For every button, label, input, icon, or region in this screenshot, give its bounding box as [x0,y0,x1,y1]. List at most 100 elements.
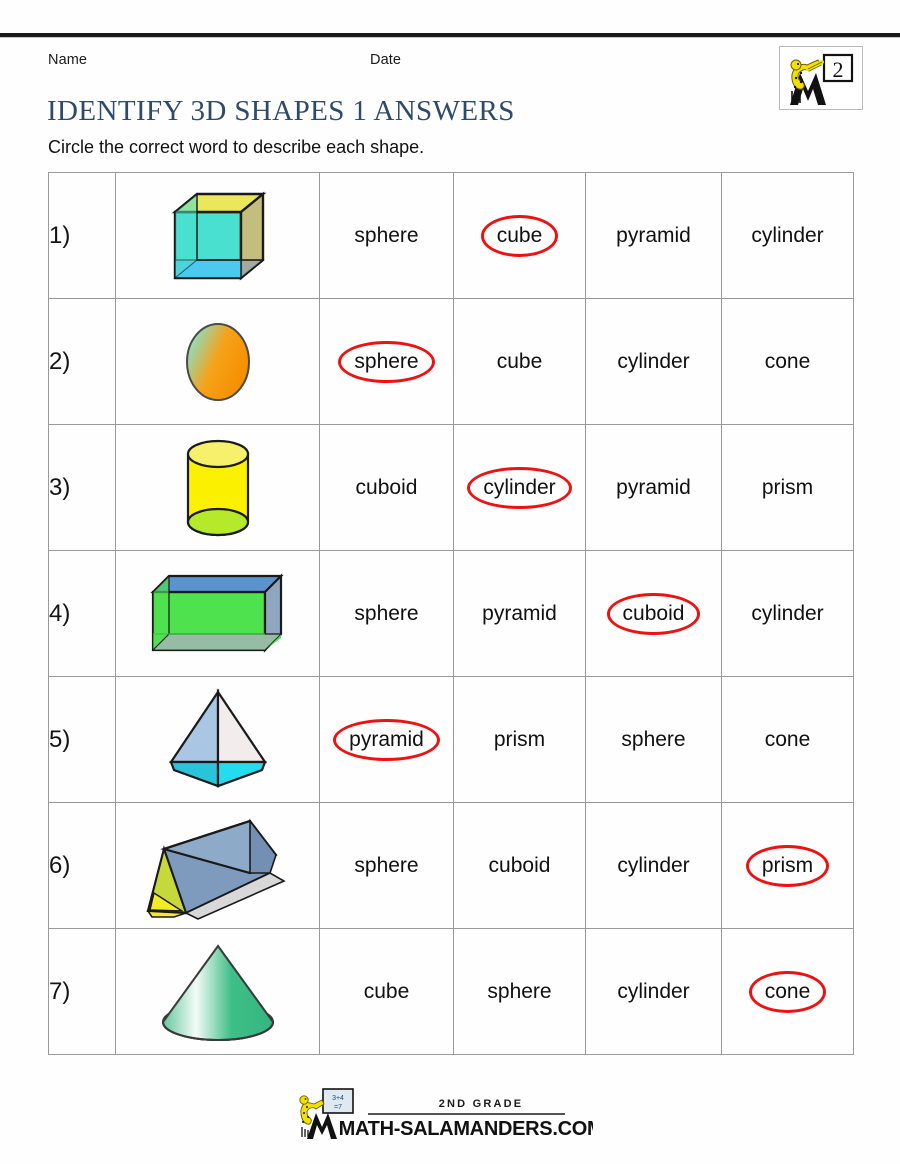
option-wrap[interactable]: sphere [611,722,695,758]
salamander-mascot-icon: 2 [780,47,862,109]
row-number-cell: 4) [48,550,116,677]
option-label: cylinder [617,979,690,1003]
option-label: prism [493,727,546,751]
footer-site-logo: 3+4 =7 2ND GRADE MATH-SALAMANDERS.COM [293,1085,593,1147]
option-wrap[interactable]: sphere [344,848,428,884]
option-label: cylinder [483,475,556,499]
option-cell[interactable]: cylinder [721,172,854,299]
option-wrap[interactable]: cube [354,974,420,1010]
option-cell[interactable]: pyramid [319,676,454,803]
option-wrap[interactable]: sphere [477,974,561,1010]
shapes-answer-table: 1) sphere cube pyramid cylinder 2) spher… [48,172,854,1055]
option-label: pyramid [349,727,424,751]
option-cell[interactable]: cone [721,676,854,803]
option-cell[interactable]: sphere [453,928,586,1055]
option-wrap[interactable]: cylinder [741,218,833,254]
sphere-shape-icon [185,322,250,401]
table-row: 7) cube sphere cylinder cone [48,928,854,1055]
option-wrap-selected[interactable]: prism [745,844,830,887]
option-label: cylinder [751,223,824,247]
option-cell[interactable]: pyramid [585,172,722,299]
option-label: cube [363,979,410,1003]
row-number-cell: 2) [48,298,116,425]
option-wrap-selected[interactable]: sphere [338,340,435,383]
option-wrap[interactable]: cube [487,344,553,380]
option-cell[interactable]: cylinder [453,424,586,551]
option-label: cylinder [751,601,824,625]
option-cell[interactable]: cube [453,172,586,299]
option-wrap-selected[interactable]: cylinder [467,466,572,509]
cube-shape-icon [171,190,266,281]
worksheet-page: Name Date IDENTIFY 3D SHAPES 1 ANSWERS C… [0,0,900,1164]
shape-figure-cell-pyramid [115,676,320,803]
option-label: pyramid [616,475,691,499]
option-wrap[interactable]: cone [755,344,821,380]
option-label: cone [764,979,811,1003]
grade-badge-number: 2 [833,57,844,82]
option-wrap[interactable]: pyramid [606,470,701,506]
option-wrap[interactable]: cylinder [607,974,699,1010]
option-wrap[interactable]: prism [752,470,823,506]
option-cell[interactable]: cone [721,298,854,425]
option-wrap-selected[interactable]: cube [480,214,559,257]
option-cell[interactable]: cuboid [453,802,586,929]
cylinder-shape-icon [186,439,249,536]
option-wrap[interactable]: sphere [344,218,428,254]
option-label: cone [764,349,811,373]
option-wrap[interactable]: cylinder [741,596,833,632]
option-label: prism [761,853,814,877]
shape-figure-cell-cuboid [115,550,320,677]
option-cell[interactable]: cylinder [585,802,722,929]
option-cell[interactable]: cube [319,928,454,1055]
option-cell[interactable]: prism [453,676,586,803]
shape-figure-cell-prism [115,802,320,929]
cone-shape-icon [161,943,274,1041]
footer-site-text: MATH-SALAMANDERS.COM [339,1118,593,1140]
option-wrap[interactable]: cone [755,722,821,758]
option-cell[interactable]: pyramid [453,550,586,677]
option-wrap-selected[interactable]: cuboid [606,592,701,635]
option-cell[interactable]: sphere [319,298,454,425]
option-wrap[interactable]: pyramid [472,596,567,632]
option-wrap[interactable]: cuboid [346,470,428,506]
name-field-label: Name [48,52,88,68]
option-wrap-selected[interactable]: cone [748,970,827,1013]
option-wrap[interactable]: sphere [344,596,428,632]
option-cell[interactable]: cuboid [319,424,454,551]
option-cell[interactable]: sphere [585,676,722,803]
option-cell[interactable]: sphere [319,550,454,677]
shape-figure-cell-cube [115,172,320,299]
option-cell[interactable]: prism [721,424,854,551]
option-cell[interactable]: cylinder [585,928,722,1055]
row-number-cell: 5) [48,676,116,803]
option-cell[interactable]: cylinder [721,550,854,677]
option-cell[interactable]: cylinder [585,298,722,425]
table-row: 5) pyramid prism sphere cone [48,676,854,803]
row-number-cell: 1) [48,172,116,299]
option-label: prism [761,475,814,499]
option-cell[interactable]: cone [721,928,854,1055]
shape-figure-cell-sphere [115,298,320,425]
option-wrap[interactable]: pyramid [606,218,701,254]
shape-figure-cell-cone [115,928,320,1055]
option-wrap[interactable]: cylinder [607,344,699,380]
row-number-cell: 7) [48,928,116,1055]
option-wrap[interactable]: prism [484,722,555,758]
table-row: 3) cuboid cylinder pyramid prism [48,424,854,551]
table-row: 2) sphere cube cylinder cone [48,298,854,425]
option-cell[interactable]: sphere [319,802,454,929]
header-rule [0,33,900,38]
table-row: 4) sphere pyramid cuboid cylinder [48,550,854,677]
option-wrap-selected[interactable]: pyramid [333,718,440,761]
option-label: sphere [354,223,419,247]
option-wrap[interactable]: cylinder [607,848,699,884]
option-cell[interactable]: cuboid [585,550,722,677]
option-label: cuboid [488,853,551,877]
option-wrap[interactable]: cuboid [479,848,561,884]
option-cell[interactable]: pyramid [585,424,722,551]
option-label: cylinder [617,853,690,877]
option-cell[interactable]: sphere [319,172,454,299]
option-cell[interactable]: cube [453,298,586,425]
shape-figure-cell-cylinder [115,424,320,551]
option-cell[interactable]: prism [721,802,854,929]
